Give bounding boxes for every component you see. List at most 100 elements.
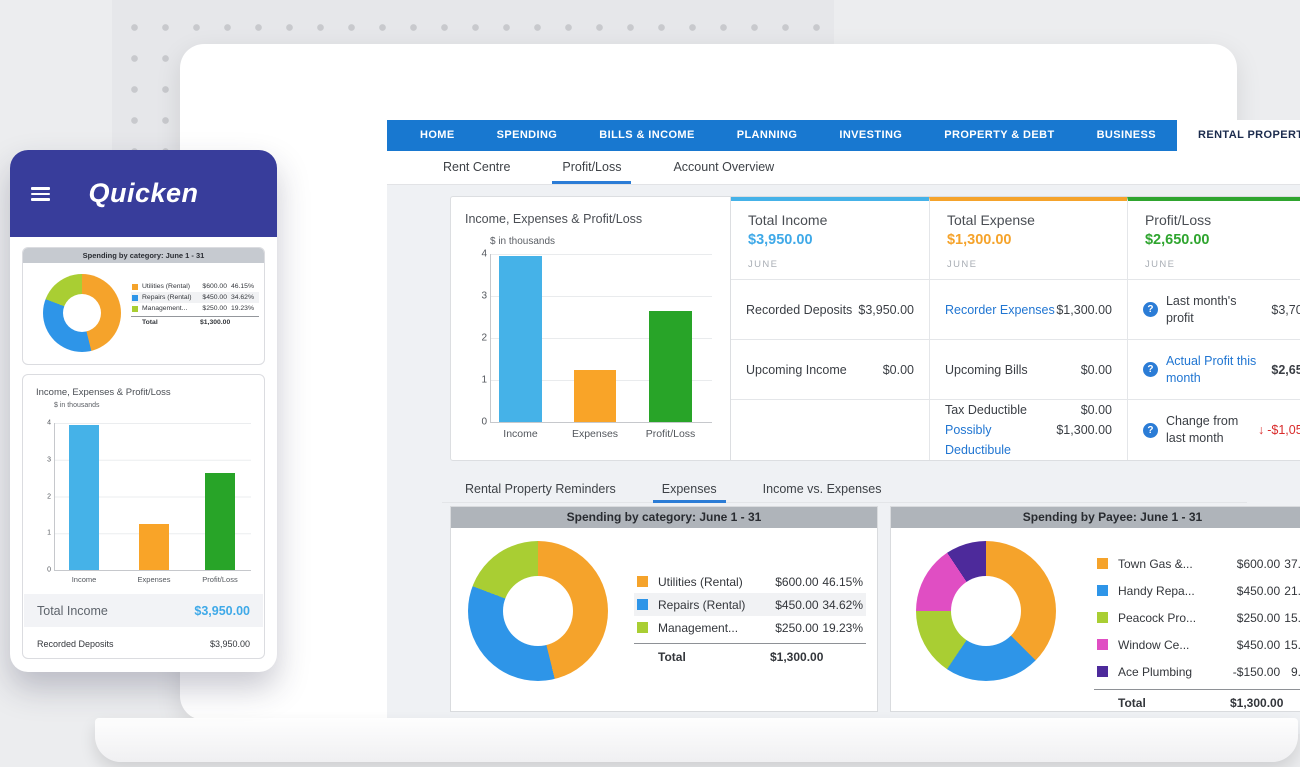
bar-label-expenses: Expenses [131,575,177,584]
legend-name: Window Ce... [1118,638,1221,652]
nav-tab-bills-income[interactable]: BILLS & INCOME [578,120,715,151]
help-icon[interactable]: ? [1143,423,1158,438]
quicken-logo: Quicken [10,178,277,209]
legend-value: $450.00 [196,294,227,301]
legend-swatch [1097,639,1108,650]
legend-value: $450.00 [760,598,819,612]
legend-swatch [132,295,138,301]
bar-label-expenses: Expenses [567,428,623,440]
legend-swatch [637,622,648,633]
legend-name: Management... [658,621,760,635]
legend-name: Handy Repa... [1118,584,1221,598]
card-amount: $3,950.00 [748,232,912,248]
help-icon[interactable]: ? [1143,362,1158,377]
tab-rental-property-reminders[interactable]: Rental Property Reminders [442,476,639,502]
legend-percent: 9.38% [1280,665,1300,679]
tab-income-vs-expenses[interactable]: Income vs. Expenses [740,476,905,502]
card-title: Profit/Loss [1145,212,1300,228]
axis-tick: 2 [472,333,487,344]
actual-profit-link[interactable]: Actual Profit this month [1166,353,1258,387]
legend-percent: 15.63% [1280,611,1300,625]
legend-name: Utilities (Rental) [142,283,196,290]
row-value: $2,650.00 [1271,363,1300,377]
card-amount: $1,300.00 [947,232,1110,248]
total-label: Total [142,319,196,326]
bar-income [499,256,542,422]
main-navbar: HOME SPENDING BILLS & INCOME PLANNING IN… [387,120,1300,151]
nav-tab-property-debt[interactable]: PROPERTY & DEBT [923,120,1075,151]
legend-percent: 19.23% [819,621,863,635]
spending-by-category-panel: Spending by category: June 1 - 31 Utilit… [450,506,878,712]
chart-y-axis-label: $ in thousands [490,236,555,247]
nav-tab-planning[interactable]: PLANNING [716,120,819,151]
axis-tick: 4 [472,249,487,260]
bar-label-income: Income [63,575,105,584]
nav-tab-investing[interactable]: INVESTING [818,120,923,151]
laptop-base [95,718,1298,762]
recorded-expenses-link[interactable]: Recorder Expenses [945,303,1055,317]
subtab-rent-centre[interactable]: Rent Centre [417,151,536,184]
row-label: Upcoming Bills [945,363,1028,377]
legend-total-row: Total $1,300.00 [1094,689,1300,710]
nav-tab-rental-property[interactable]: RENTAL PROPERTY [1177,120,1300,151]
card-title: Total Expense [947,212,1110,228]
down-arrow-icon: ↓ [1258,423,1264,437]
panel-title: Spending by Payee: June 1 - 31 [891,507,1300,528]
legend-row: Window Ce... $450.00 15.63% [1094,631,1300,658]
row-value: $3,950.00 [210,639,250,649]
quicken-desktop-app: HOME SPENDING BILLS & INCOME PLANNING IN… [387,120,1300,734]
row-label: Total Income [37,604,108,618]
legend-percent: 37.50% [1280,557,1300,571]
phone-chart-y-axis-label: $ in thousands [54,402,264,409]
row-label: Tax Deductible [945,400,1027,420]
legend-row: Utilities (Rental) $600.00 46.15% [634,570,866,593]
legend-swatch [1097,612,1108,623]
phone-total-income-row: Total Income $3,950.00 [24,594,263,627]
subtab-profit-loss[interactable]: Profit/Loss [536,151,647,184]
legend-value: $250.00 [760,621,819,635]
total-value: $1,300.00 [196,319,236,326]
summary-card-total-expense: Total Expense $1,300.00 JUNE [929,197,1127,279]
total-label: Total [1118,696,1226,710]
bar-expenses [139,524,169,570]
legend-row: Management... $250.00 19.23% [634,616,866,639]
phone-category-legend: Utilities (Rental) $600.00 46.15% Repair… [131,281,259,326]
panel-body: Town Gas &... $600.00 37.50% Handy Repa.… [891,528,1300,712]
nav-tab-home[interactable]: HOME [399,120,476,151]
tab-expenses[interactable]: Expenses [639,476,740,502]
bar-profit-loss [205,473,235,570]
subtab-account-overview[interactable]: Account Overview [647,151,800,184]
legend-row: Utilities (Rental) $600.00 46.15% [131,281,259,292]
content-area: Income, Expenses & Profit/Loss $ in thou… [387,185,1300,734]
phone-header: Quicken [10,150,277,237]
legend-value: $450.00 [1221,584,1280,598]
bar-profit-loss [649,311,692,422]
summary-card-profit-loss: Profit/Loss $2,650.00 JUNE [1127,197,1300,279]
tax-deductible-rows: Tax Deductible $0.00 Possibly Deductibul… [929,399,1127,460]
legend-swatch [132,306,138,312]
phone-category-donut [43,274,121,352]
help-icon[interactable]: ? [1143,302,1158,317]
row-label: Last month's profit [1166,293,1258,327]
axis-tick: 0 [472,417,487,428]
nav-tab-spending[interactable]: SPENDING [476,120,579,151]
legend-total-row: Total $1,300.00 [634,643,866,664]
laptop-screen: HOME SPENDING BILLS & INCOME PLANNING IN… [180,44,1237,720]
legend-row: Town Gas &... $600.00 37.50% [1094,550,1300,577]
legend-swatch [1097,585,1108,596]
nav-tab-business[interactable]: BUSINESS [1076,120,1177,151]
row-value: $1,300.00 [1056,420,1112,460]
upcoming-bills-row: Upcoming Bills $0.00 [929,339,1127,399]
possibly-deductible-link[interactable]: Possibly Deductibule [945,420,1056,460]
recorded-expenses-row: Recorder Expenses $1,300.00 [929,279,1127,339]
recorded-deposits-row: Recorded Deposits $3,950.00 [731,279,929,339]
axis-tick: 4 [40,420,51,427]
legend-name: Repairs (Rental) [658,598,760,612]
legend-swatch [637,576,648,587]
legend-value: $450.00 [1221,638,1280,652]
payee-donut-chart [916,541,1056,681]
total-label: Total [658,650,766,664]
bar-income [69,425,99,570]
card-period: JUNE [1145,259,1300,270]
legend-percent: 19.23% [227,305,254,312]
